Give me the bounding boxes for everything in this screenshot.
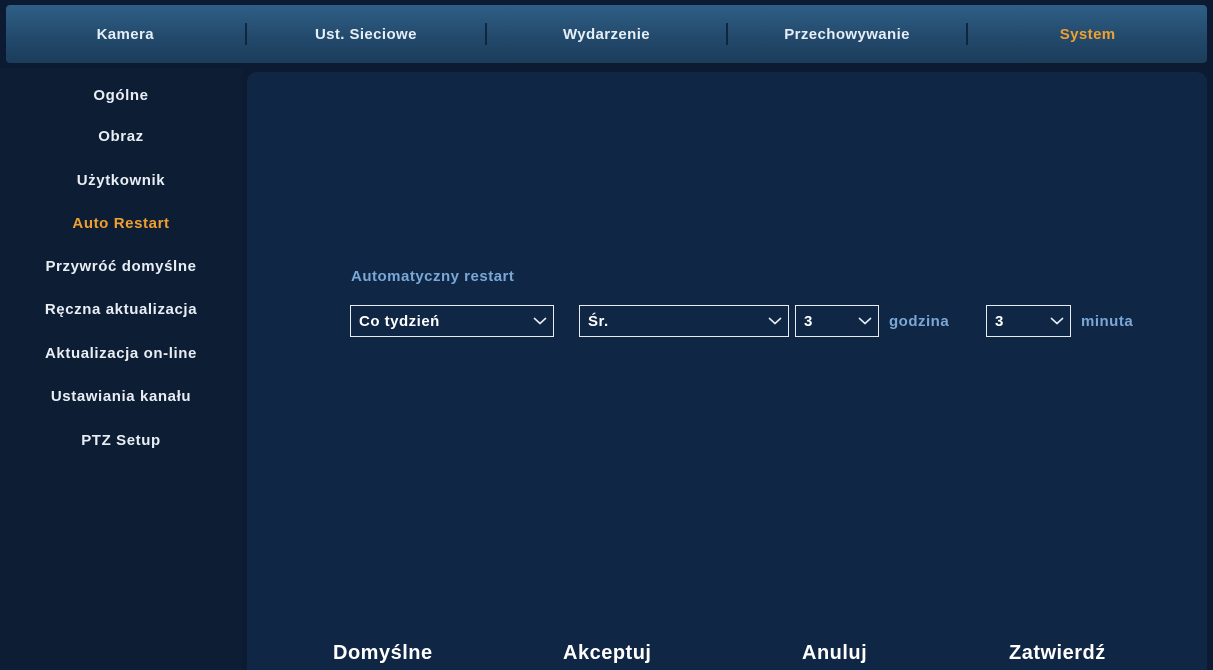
day-select[interactable]: Śr. — [579, 305, 789, 337]
sidebar-item-obraz[interactable]: Obraz — [0, 128, 242, 145]
sidebar-item-ptz-setup[interactable]: PTZ Setup — [0, 432, 242, 449]
app-window: Kamera Ust. Sieciowe Wydarzenie Przechow… — [0, 0, 1213, 670]
tab-system[interactable]: System — [968, 5, 1207, 63]
frequency-select[interactable]: Co tydzień — [350, 305, 554, 337]
sidebar-item-aktualizacja-online[interactable]: Aktualizacja on-line — [0, 345, 242, 362]
sidebar-item-reczna-aktualizacja[interactable]: Ręczna aktualizacja — [0, 301, 242, 318]
accept-button[interactable]: Akceptuj — [563, 642, 651, 665]
minute-unit-label: minuta — [1081, 313, 1134, 330]
chevron-down-icon — [527, 305, 553, 337]
default-button[interactable]: Domyślne — [333, 642, 433, 665]
chevron-down-icon — [852, 305, 878, 337]
tab-przechowywanie[interactable]: Przechowywanie — [728, 5, 967, 63]
hour-select[interactable]: 3 — [795, 305, 879, 337]
minute-value: 3 — [995, 312, 1004, 330]
settings-panel: Automatyczny restart Co tydzień Śr. 3 go… — [247, 72, 1207, 670]
cancel-button[interactable]: Anuluj — [802, 642, 867, 665]
tab-wydarzenie[interactable]: Wydarzenie — [487, 5, 726, 63]
tab-ust-sieciowe[interactable]: Ust. Sieciowe — [247, 5, 486, 63]
sidebar: Ogólne Obraz Użytkownik Auto Restart Prz… — [0, 68, 242, 670]
sidebar-item-ogolne[interactable]: Ogólne — [0, 87, 242, 104]
section-title: Automatyczny restart — [351, 268, 515, 285]
sidebar-item-ustawiania-kanalu[interactable]: Ustawiania kanału — [0, 388, 242, 405]
hour-unit-label: godzina — [889, 313, 950, 330]
hour-value: 3 — [804, 312, 813, 330]
sidebar-item-przywroc-domyslne[interactable]: Przywróć domyślne — [0, 258, 242, 275]
minute-select[interactable]: 3 — [986, 305, 1071, 337]
tab-kamera[interactable]: Kamera — [6, 5, 245, 63]
day-value: Śr. — [588, 312, 609, 330]
sidebar-item-auto-restart[interactable]: Auto Restart — [0, 215, 242, 232]
top-tab-bar: Kamera Ust. Sieciowe Wydarzenie Przechow… — [6, 5, 1207, 63]
chevron-down-icon — [762, 305, 788, 337]
chevron-down-icon — [1044, 305, 1070, 337]
frequency-value: Co tydzień — [359, 312, 440, 330]
confirm-button[interactable]: Zatwierdź — [1009, 642, 1106, 665]
sidebar-item-uzytkownik[interactable]: Użytkownik — [0, 172, 242, 189]
